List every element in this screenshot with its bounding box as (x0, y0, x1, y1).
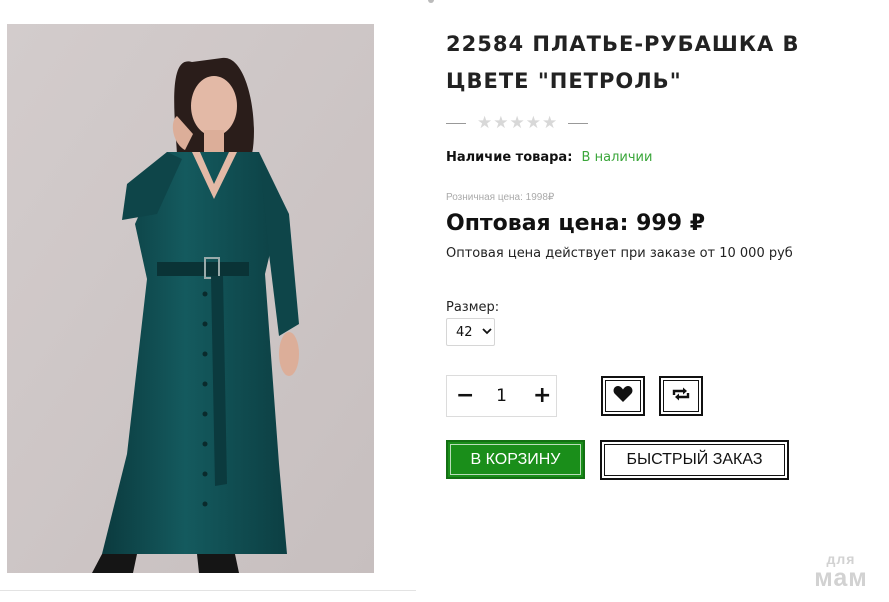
increase-button[interactable]: + (533, 385, 551, 407)
quick-order-button[interactable]: БЫСТРЫЙ ЗАКАЗ (600, 440, 789, 480)
wholesale-note: Оптовая цена действует при заказе от 10 … (446, 246, 793, 261)
compare-arrows-icon (671, 386, 691, 406)
rating-dash-right (568, 122, 589, 124)
currency-symbol: ₽ (689, 211, 705, 236)
compare-button[interactable] (659, 376, 703, 416)
star-icon[interactable]: ★ (477, 114, 492, 132)
add-to-cart-button[interactable]: В КОРЗИНУ (446, 440, 585, 479)
top-indicator (428, 0, 434, 3)
quantity-value[interactable]: 1 (496, 386, 507, 406)
decrease-button[interactable]: − (456, 385, 474, 407)
wholesale-label: Оптовая цена: (446, 211, 629, 236)
divider (0, 590, 416, 591)
star-icon[interactable]: ★ (526, 114, 541, 132)
product-photo[interactable] (7, 24, 374, 573)
product-rating[interactable]: ★ ★ ★ ★ ★ (446, 114, 589, 132)
size-value: 42 (456, 324, 473, 340)
availability: Наличие товара: В наличии (446, 150, 652, 166)
rating-stars[interactable]: ★ ★ ★ ★ ★ (477, 114, 557, 132)
heart-icon (613, 385, 633, 407)
availability-label: Наличие товара: (446, 150, 573, 165)
chevron-down-icon (481, 327, 492, 338)
watermark-logo: для мам (803, 552, 879, 591)
star-icon[interactable]: ★ (510, 114, 525, 132)
size-label: Размер: (446, 300, 500, 315)
size-select[interactable]: 42 (446, 318, 495, 346)
star-icon[interactable]: ★ (542, 114, 557, 132)
availability-status: В наличии (581, 150, 653, 165)
star-icon[interactable]: ★ (493, 114, 508, 132)
quantity-stepper[interactable]: − 1 + (446, 375, 557, 417)
retail-price: Розничная цена: 1998₽ (446, 192, 555, 203)
wholesale-value: 999 (636, 211, 683, 236)
dress-model-image (7, 24, 374, 573)
product-title: 22584 ПЛАТЬЕ-РУБАШКА В ЦВЕТЕ "ПЕТРОЛЬ" (446, 32, 800, 93)
wholesale-price: Оптовая цена: 999 ₽ (446, 209, 705, 239)
wishlist-button[interactable] (601, 376, 645, 416)
rating-dash-left (446, 122, 466, 124)
watermark-line2: мам (814, 564, 868, 592)
